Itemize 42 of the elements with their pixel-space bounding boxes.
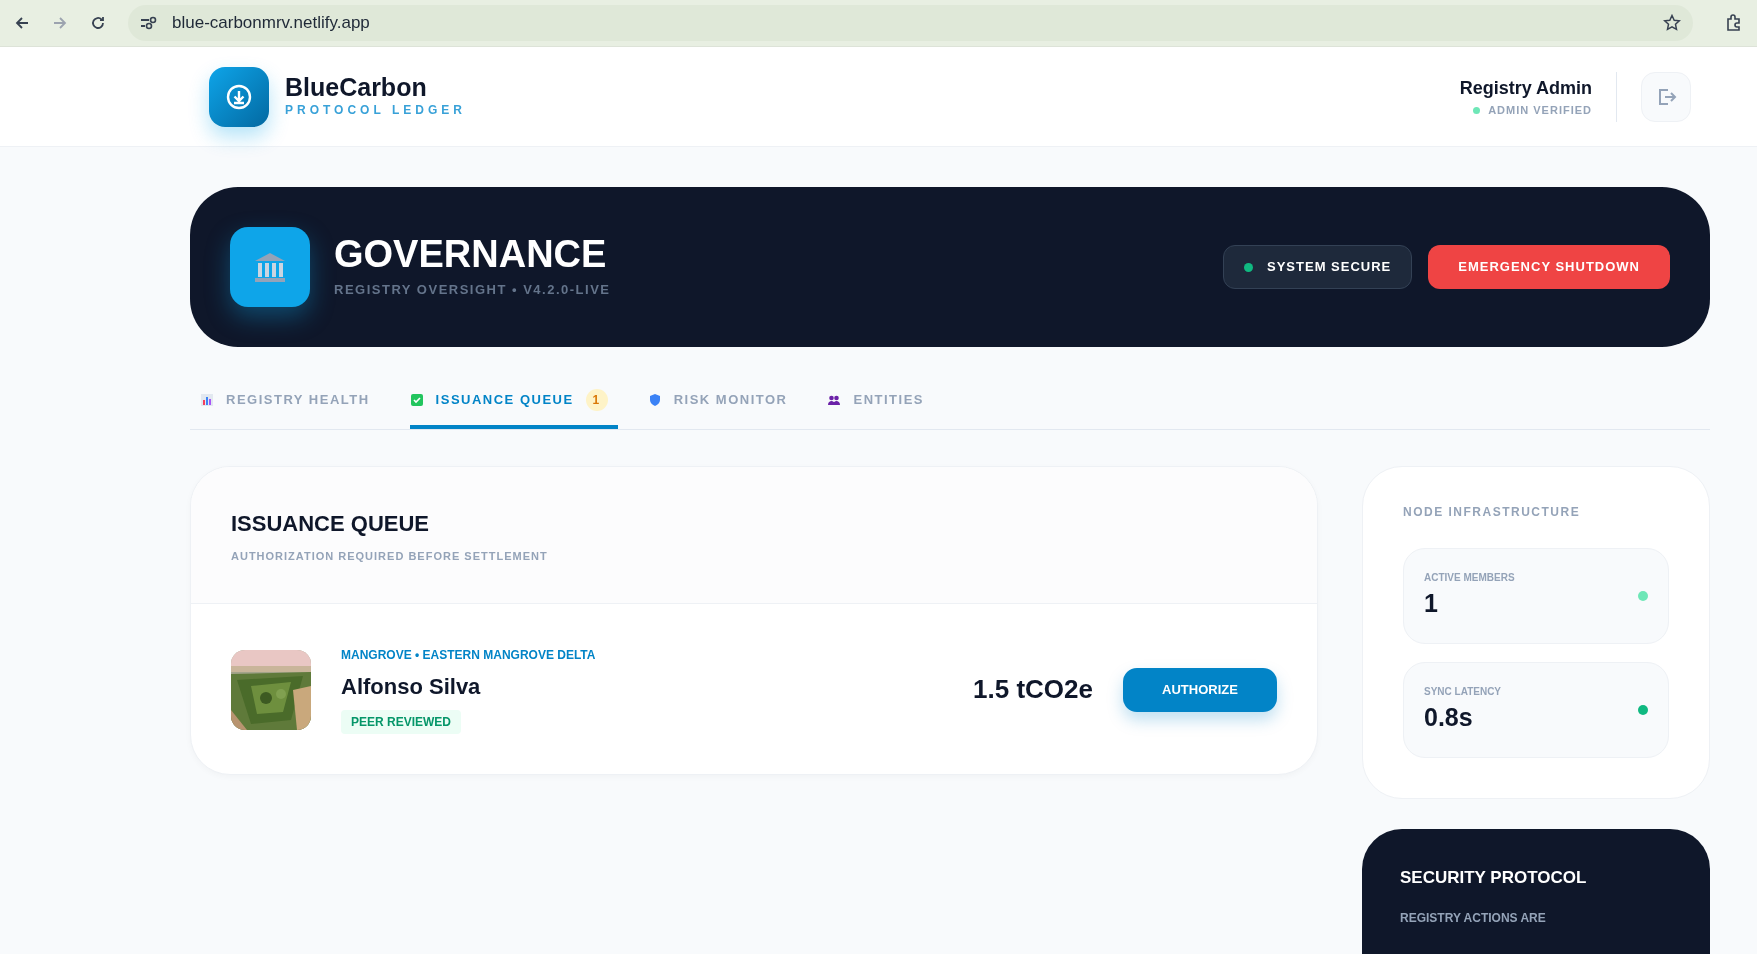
site-settings-icon[interactable]	[140, 16, 158, 30]
brand-name: BlueCarbon	[285, 73, 428, 102]
metric-label: ACTIVE MEMBERS	[1424, 570, 1515, 585]
emergency-shutdown-button[interactable]: EMERGENCY SHUTDOWN	[1428, 245, 1670, 289]
review-tag: PEER REVIEWED	[341, 709, 462, 734]
extensions-icon[interactable]	[1725, 14, 1743, 32]
metric-value: 1	[1424, 587, 1439, 619]
panel-title: SECURITY PROTOCOL	[1400, 867, 1588, 889]
shield-icon	[647, 393, 662, 407]
status-pill: SYSTEM SECURE	[1223, 245, 1413, 289]
bar-chart-icon	[200, 393, 214, 407]
card-subtitle: AUTHORIZATION REQUIRED BEFORE SETTLEMENT	[231, 549, 549, 564]
page-title: GOVERNANCE	[334, 234, 608, 277]
location-text: MANGROVE • EASTERN MANGROVE DELTA	[341, 646, 597, 664]
project-name: Alfonso Silva	[341, 672, 482, 701]
authorize-button[interactable]: AUTHORIZE	[1123, 667, 1277, 712]
user-name: Registry Admin	[1459, 76, 1592, 100]
metric-label: SYNC LATENCY	[1424, 684, 1502, 699]
user-status: ADMIN VERIFIED	[1488, 102, 1592, 118]
tab[interactable]: ISSUANCE QUEUE 1	[409, 381, 618, 429]
tab[interactable]: REGISTRY HEALTH	[200, 381, 380, 429]
logout-button[interactable]	[1641, 71, 1691, 122]
card-title: ISSUANCE QUEUE	[231, 510, 431, 538]
panel-title: NODE INFRASTRUCTURE	[1403, 504, 1582, 521]
tab[interactable]: RISK MONITOR	[647, 381, 798, 429]
brand-tagline: PROTOCOL LEDGER	[285, 102, 466, 120]
star-icon[interactable]	[1663, 14, 1681, 32]
reload-icon[interactable]	[90, 15, 106, 31]
tab[interactable]: ENTITIES	[827, 381, 934, 429]
people-icon	[827, 393, 842, 407]
credit-amount: 1.5 tCO2e	[973, 673, 1093, 706]
page-subtitle: REGISTRY OVERSIGHT • V4.2.0-LIVE	[334, 281, 611, 300]
address-bar[interactable]: blue-carbonmrv.netlify.app	[128, 5, 1693, 41]
metric-value: 0.8s	[1424, 701, 1474, 733]
bank-icon	[230, 227, 310, 307]
checkbox-icon	[409, 393, 424, 407]
count-badge: 1	[585, 389, 608, 411]
url-text: blue-carbonmrv.netlify.app	[172, 12, 371, 35]
logo-icon	[209, 66, 269, 127]
back-icon[interactable]	[14, 15, 30, 31]
panel-text: REGISTRY ACTIONS ARE	[1400, 909, 1547, 927]
status-dot	[1473, 106, 1481, 114]
